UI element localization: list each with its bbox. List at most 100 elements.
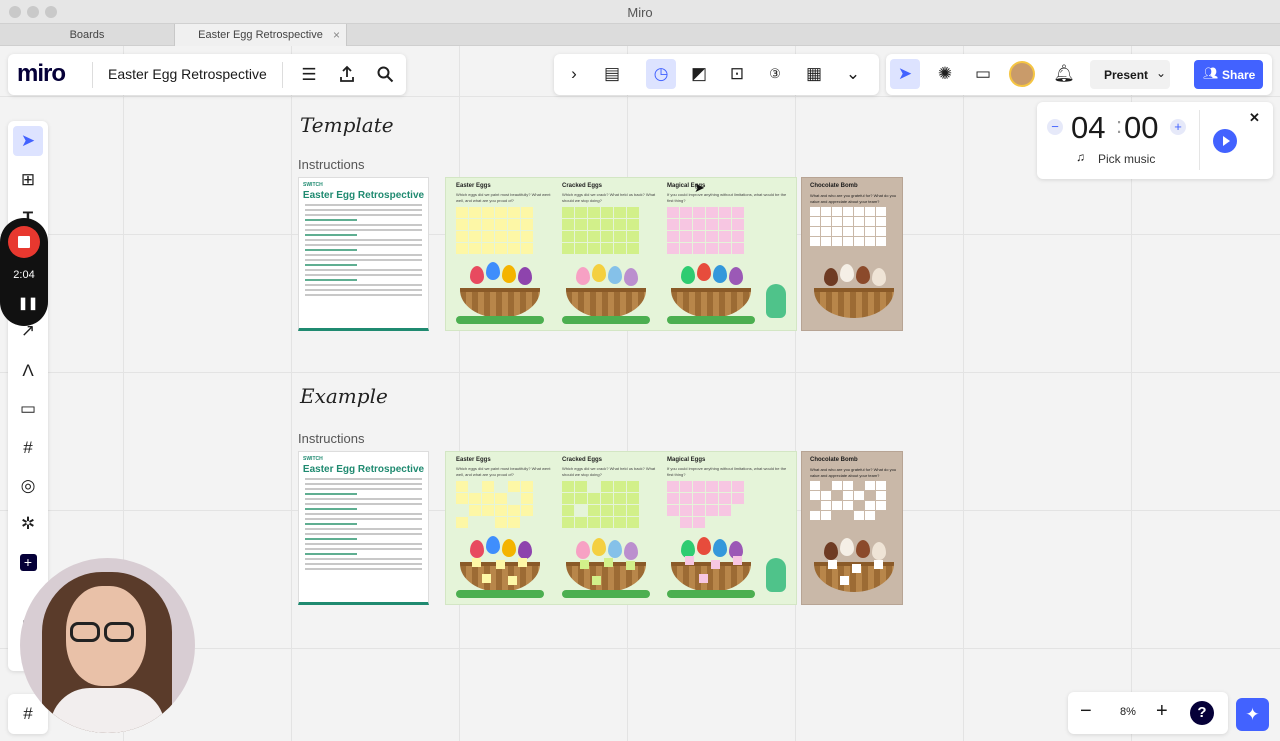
column-subtitle: Which eggs did we crack? What held us ba…: [562, 466, 656, 477]
timer-seconds[interactable]: 00: [1124, 110, 1158, 146]
pen-tool-icon[interactable]: Λ: [13, 356, 43, 386]
miro-logo[interactable]: miro: [17, 60, 66, 88]
comment-icon[interactable]: ▭: [968, 59, 998, 89]
choc-subtitle: What and who are you grateful for? What …: [810, 193, 897, 204]
column-subtitle: If you could improve anything without li…: [667, 192, 787, 203]
timer-minus-button[interactable]: −: [1047, 119, 1063, 135]
column-subtitle: Which eggs did we paint most beautifully…: [456, 466, 551, 477]
sticky-grid-green[interactable]: [562, 207, 639, 254]
mind-map-icon[interactable]: ✲: [13, 509, 43, 539]
search-icon[interactable]: [370, 59, 400, 89]
retro-board-template[interactable]: Easter Eggs Which eggs did we paint most…: [445, 177, 797, 331]
recording-time: 2:04: [13, 269, 35, 281]
bunny-image: [766, 284, 786, 318]
cursor-icon[interactable]: ➤: [890, 59, 920, 89]
choc-subtitle: What and who are you grateful for? What …: [810, 467, 897, 478]
sticky-grid-yellow[interactable]: [456, 207, 533, 254]
section-heading-template: Template: [300, 113, 394, 137]
menu-icon[interactable]: ☰: [294, 60, 324, 90]
apps-icon[interactable]: ▤: [597, 59, 627, 89]
sticky-grid-green[interactable]: [562, 481, 639, 528]
easter-basket-image: [456, 262, 544, 324]
recording-widget: 2:04 ❚❚: [0, 218, 48, 326]
column-easter-eggs: Easter Eggs Which eggs did we paint most…: [456, 457, 556, 478]
timer-plus-button[interactable]: +: [1170, 119, 1186, 135]
instructions-label: Instructions: [298, 431, 365, 446]
share-button[interactable]: 👥︎ Share: [1194, 60, 1263, 89]
chocolate-bomb-board-template[interactable]: Chocolate Bomb What and who are you grat…: [801, 177, 903, 331]
board-name[interactable]: Easter Egg Retrospective: [108, 66, 267, 82]
retro-board-example[interactable]: Easter Eggs Which eggs did we paint most…: [445, 451, 797, 605]
export-icon[interactable]: [332, 59, 362, 89]
help-button[interactable]: ?: [1190, 701, 1214, 725]
glasses-icon: [104, 622, 134, 642]
webcam-bubble[interactable]: [20, 558, 195, 733]
divider: [282, 62, 283, 88]
choc-title: Chocolate Bomb: [810, 183, 858, 189]
choc-title: Chocolate Bomb: [810, 457, 858, 463]
bunny-image: [766, 558, 786, 592]
column-cracked-eggs: Cracked Eggs Which eggs did we crack? Wh…: [562, 183, 662, 204]
sticky-grid-pink[interactable]: [667, 207, 744, 254]
magical-basket-image: [667, 262, 755, 324]
instructions-doc[interactable]: SWITCH Easter Egg Retrospective: [298, 451, 429, 605]
column-subtitle: Which eggs did we crack? What held us ba…: [562, 192, 656, 203]
focus-icon[interactable]: ⊡: [722, 59, 752, 89]
column-title: Cracked Eggs: [562, 183, 603, 189]
sticky-grid-pink[interactable]: [667, 481, 744, 528]
expand-icon[interactable]: ›: [559, 59, 589, 89]
voting-icon[interactable]: ③: [760, 59, 790, 89]
tab-bar: Boards Easter Egg Retrospective ×: [0, 24, 1280, 46]
add-icon[interactable]: +: [13, 547, 43, 577]
doc-brand: SWITCH: [303, 456, 323, 462]
sticky-grid-white[interactable]: [810, 207, 886, 246]
notes-icon[interactable]: ▦: [799, 59, 829, 89]
zoom-in-button[interactable]: +: [1156, 700, 1168, 723]
timer-minutes[interactable]: 04: [1071, 110, 1105, 146]
comment-tool-icon[interactable]: ▭: [13, 394, 43, 424]
share-label: Share: [1222, 68, 1256, 82]
present-label: Present: [1104, 68, 1149, 82]
chocolate-basket-image: [810, 262, 898, 324]
templates-icon[interactable]: ⊞: [13, 165, 43, 195]
timer-icon[interactable]: ◷: [646, 59, 676, 89]
sticky-grid-yellow[interactable]: [456, 481, 533, 528]
column-title: Cracked Eggs: [562, 457, 603, 463]
tab-boards[interactable]: Boards: [0, 24, 174, 46]
column-title: Easter Eggs: [456, 183, 491, 189]
avatar[interactable]: [1009, 61, 1035, 87]
frames-icon[interactable]: #: [13, 699, 43, 729]
timer-close-icon[interactable]: ✕: [1249, 110, 1260, 126]
instructions-doc[interactable]: SWITCH Easter Egg Retrospective: [298, 177, 429, 331]
bell-icon[interactable]: 🔔︎: [1049, 59, 1079, 89]
timer-separator: :: [1116, 113, 1123, 138]
present-button[interactable]: Present ⌄: [1090, 60, 1170, 89]
tab-close-icon[interactable]: ×: [333, 28, 340, 42]
timer-play-button[interactable]: [1213, 129, 1237, 153]
ai-assist-icon[interactable]: ✦: [1236, 698, 1269, 731]
column-subtitle: If you could improve anything without li…: [667, 466, 787, 477]
users-icon: 👥︎: [1203, 66, 1219, 80]
board-canvas[interactable]: miro Easter Egg Retrospective ☰ › ▤ ◷ ◩ …: [0, 46, 1280, 741]
divider: [92, 62, 93, 88]
music-icon: ♫: [1076, 150, 1085, 164]
stop-recording-button[interactable]: [8, 226, 40, 258]
sticky-grid-white[interactable]: [810, 481, 886, 520]
shapes-tool-icon[interactable]: ◎: [13, 471, 43, 501]
select-tool-icon[interactable]: ➤: [13, 126, 43, 156]
pause-icon[interactable]: ❚❚: [18, 296, 38, 310]
zoom-out-button[interactable]: −: [1080, 700, 1092, 723]
column-title: Magical Eggs: [667, 457, 706, 463]
board-header: miro Easter Egg Retrospective ☰: [8, 54, 406, 95]
column-easter-eggs: Easter Eggs Which eggs did we paint most…: [456, 183, 556, 204]
pick-music-link[interactable]: Pick music: [1098, 152, 1155, 166]
chevron-down-icon[interactable]: ⌄: [1156, 66, 1166, 80]
zoom-level[interactable]: 8%: [1120, 706, 1136, 718]
doc-title: Easter Egg Retrospective: [302, 190, 425, 201]
tab-board[interactable]: Easter Egg Retrospective ×: [174, 24, 347, 46]
chocolate-bomb-board-example[interactable]: Chocolate Bomb What and who are you grat…: [801, 451, 903, 605]
reactions-icon[interactable]: ✺: [930, 59, 960, 89]
frame-tool-icon[interactable]: #: [13, 433, 43, 463]
card-icon[interactable]: ◩: [684, 59, 714, 89]
chevron-down-icon[interactable]: ⌄: [838, 59, 868, 89]
